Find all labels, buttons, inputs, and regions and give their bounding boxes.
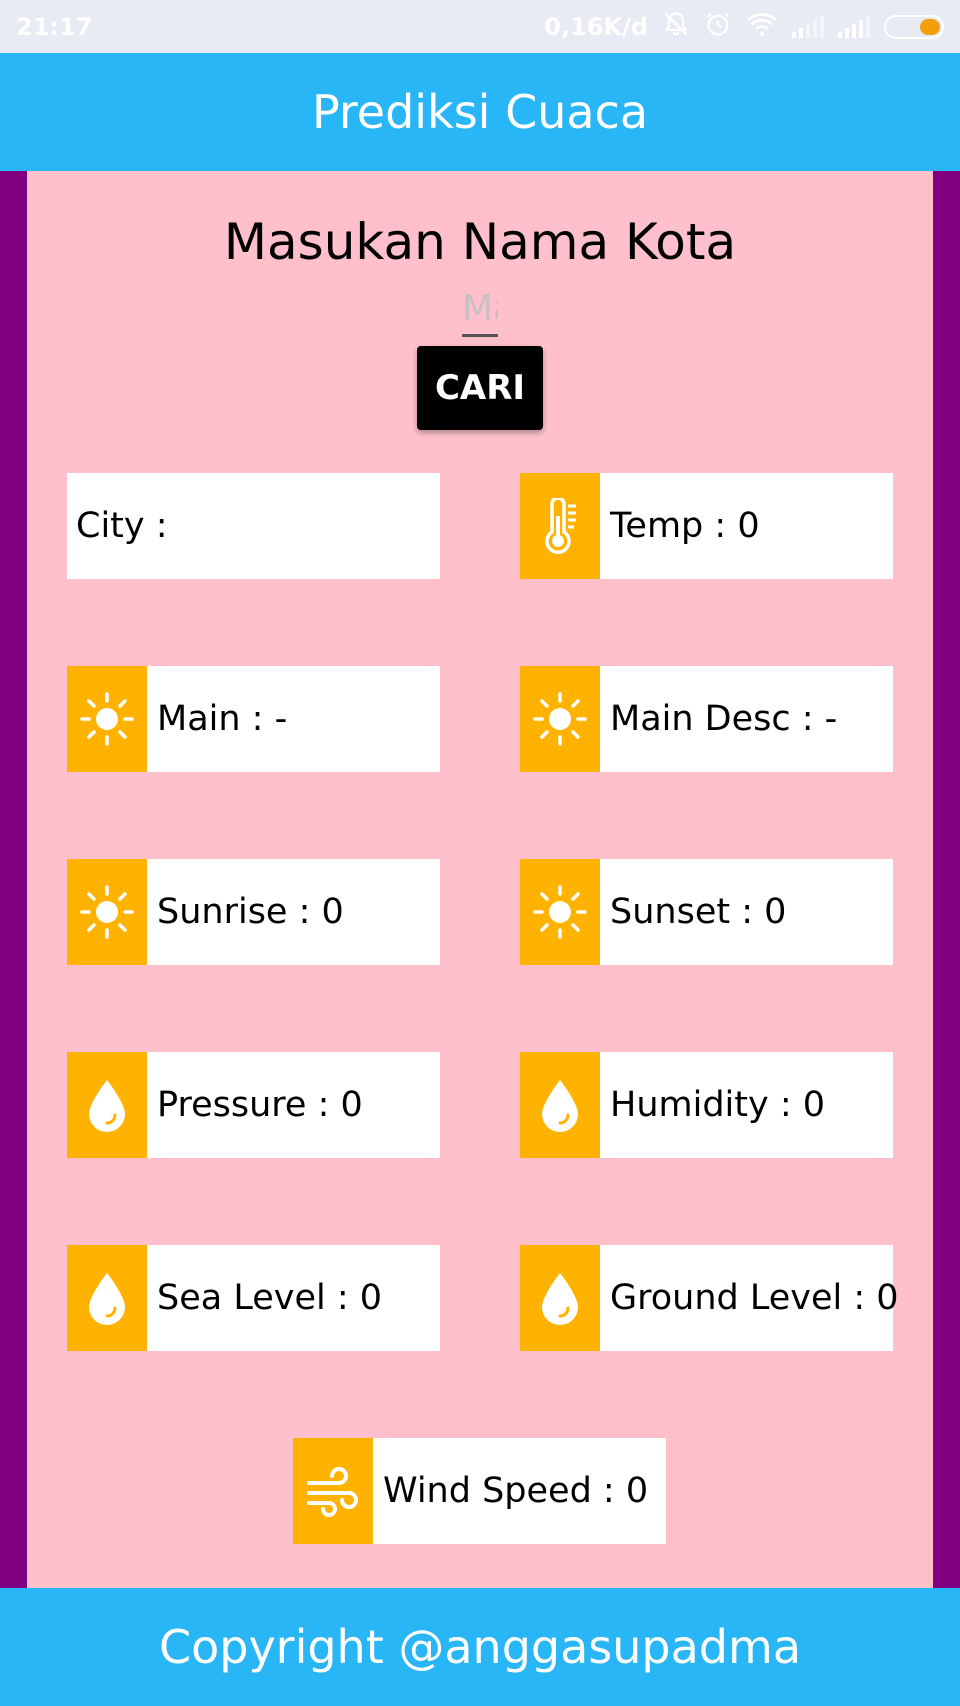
- temp-card: Temp : 0: [520, 473, 893, 579]
- humidity-label: Humidity : 0: [610, 1085, 826, 1125]
- signal-icon: [792, 15, 824, 38]
- status-icons: 0,16K/d: [544, 10, 944, 43]
- water-drop-icon: [67, 1052, 147, 1158]
- app-bar: Prediksi Cuaca: [0, 53, 960, 171]
- city-input[interactable]: [462, 283, 498, 337]
- battery-icon: [884, 14, 944, 39]
- status-bar: 21:17 0,16K/d: [0, 0, 960, 53]
- sunset-card: Sunset : 0: [520, 859, 893, 965]
- main-label: Main : -: [157, 699, 288, 739]
- water-drop-icon: [520, 1245, 600, 1351]
- water-drop-icon: [520, 1052, 600, 1158]
- main-card: Main : -: [67, 666, 440, 772]
- sunset-label: Sunset : 0: [610, 892, 787, 932]
- pressure-card: Pressure : 0: [67, 1052, 440, 1158]
- copyright-text: Copyright @anggasupadma: [158, 1620, 802, 1674]
- search-heading: Masukan Nama Kota: [223, 213, 737, 271]
- humidity-card: Humidity : 0: [520, 1052, 893, 1158]
- city-label: City :: [76, 506, 168, 546]
- ground-level-label: Ground Level : 0: [610, 1278, 899, 1318]
- wind-speed-card: Wind Speed : 0: [293, 1438, 666, 1544]
- ground-level-card: Ground Level : 0: [520, 1245, 899, 1351]
- thermometer-icon: [520, 473, 600, 579]
- temp-label: Temp : 0: [610, 506, 760, 546]
- wifi-icon: [746, 11, 778, 42]
- sunrise-card: Sunrise : 0: [67, 859, 440, 965]
- sun-icon: [520, 666, 600, 772]
- sea-level-label: Sea Level : 0: [157, 1278, 383, 1318]
- sun-icon: [67, 859, 147, 965]
- city-card: City :: [67, 473, 440, 579]
- sun-icon: [520, 859, 600, 965]
- bell-off-icon: [662, 10, 690, 43]
- search-button[interactable]: CARI: [417, 346, 543, 430]
- main-desc-label: Main Desc : -: [610, 699, 838, 739]
- alarm-icon: [704, 10, 732, 43]
- main-desc-card: Main Desc : -: [520, 666, 893, 772]
- sea-level-card: Sea Level : 0: [67, 1245, 440, 1351]
- signal-icon: [838, 15, 870, 38]
- wind-speed-label: Wind Speed : 0: [383, 1471, 649, 1511]
- sunrise-label: Sunrise : 0: [157, 892, 344, 932]
- sun-icon: [67, 666, 147, 772]
- main-content: Masukan Nama Kota CARI City : Temp : 0 M…: [27, 171, 933, 1588]
- status-time: 21:17: [16, 12, 93, 41]
- app-title: Prediksi Cuaca: [311, 85, 649, 139]
- wind-icon: [293, 1438, 373, 1544]
- pressure-label: Pressure : 0: [157, 1085, 363, 1125]
- footer: Copyright @anggasupadma: [0, 1588, 960, 1706]
- water-drop-icon: [67, 1245, 147, 1351]
- network-speed: 0,16K/d: [544, 12, 648, 41]
